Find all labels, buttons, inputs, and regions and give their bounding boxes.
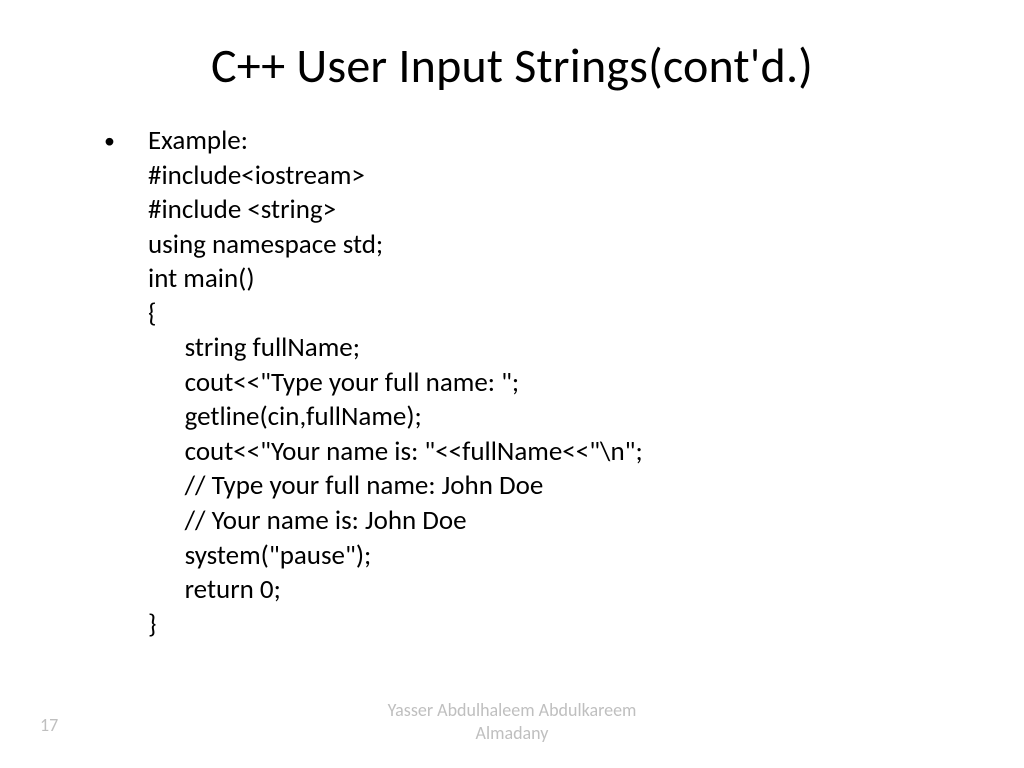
author-line-2: Almadany [0, 722, 1024, 745]
slide-content: • Example: #include<iostream> #include <… [98, 124, 928, 642]
slide-title: C++ User Input Strings(cont'd.) [0, 36, 1024, 95]
bullet-icon: • [98, 124, 148, 158]
slide: C++ User Input Strings(cont'd.) • Exampl… [0, 0, 1024, 768]
author-line-1: Yasser Abdulhaleem Abdulkareem [0, 699, 1024, 722]
footer-author: Yasser Abdulhaleem Abdulkareem Almadany [0, 699, 1024, 744]
bullet-item: • Example: [98, 124, 928, 159]
bullet-label: Example: [148, 124, 928, 159]
code-block: #include<iostream> #include <string> usi… [148, 159, 928, 643]
